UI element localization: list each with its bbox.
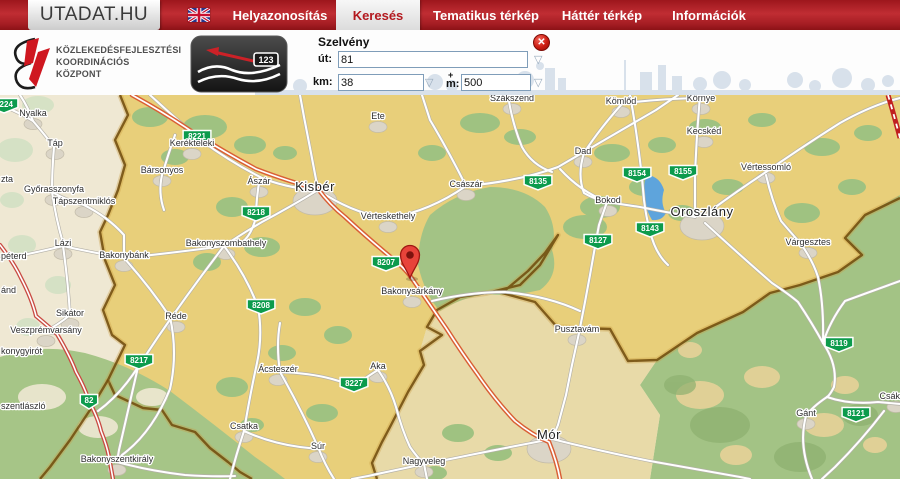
tab-label: Háttér térkép [562, 8, 642, 23]
kkk-logo-icon [5, 36, 51, 90]
town-label: Nyalka [19, 108, 47, 118]
town-label: Kömlőd [606, 96, 637, 106]
tab-hatter-terkep[interactable]: Háttér térkép [554, 0, 650, 30]
town-label: Bakonyszentkirály [81, 454, 154, 464]
town-label: Bakonyszombathely [186, 238, 267, 248]
town-label: Tápszentmiklós [53, 196, 116, 206]
org-name: KÖZLEKEDÉSFEJLESZTÉSI KOORDINÁCIÓS KÖZPO… [56, 45, 181, 80]
tab-tematikus-terkep[interactable]: Tematikus térkép [428, 0, 544, 30]
svg-text:8207: 8207 [377, 258, 395, 267]
m-label: m: [446, 78, 459, 90]
town-label: konygyirót [1, 346, 43, 356]
svg-text:8218: 8218 [247, 208, 265, 217]
m-dropdown-icon[interactable]: ▽ [534, 78, 542, 89]
tab-label: Információk [672, 8, 746, 23]
svg-text:8143: 8143 [641, 224, 659, 233]
town-label: Ászár [247, 176, 270, 186]
svg-text:8135: 8135 [529, 177, 547, 186]
town-label: Lázi [55, 238, 72, 248]
svg-text:82: 82 [85, 396, 94, 405]
town-label: Környe [687, 95, 716, 103]
town-label: Császár [449, 179, 482, 189]
szelveny-panel: Szelvény ✕ út: ▽ km: ▽ + m: ▽ [305, 33, 557, 93]
tab-label: Tematikus térkép [433, 8, 539, 23]
km-dropdown-icon[interactable]: ▽ [425, 78, 433, 89]
kkk-logo: KÖZLEKEDÉSFEJLESZTÉSI KOORDINÁCIÓS KÖZPO… [5, 36, 181, 90]
town-label: Vértessomló [741, 162, 791, 172]
town-label: zta [1, 174, 13, 184]
town-label: Oroszlány [670, 204, 733, 219]
town-label: Gánt [796, 408, 816, 418]
town-label: szentlászló [1, 401, 46, 411]
town-label: Kisbér [295, 179, 335, 194]
town-label: Várgesztes [785, 237, 831, 247]
svg-text:8227: 8227 [345, 379, 363, 388]
town-label: Ácsteszér [258, 364, 298, 374]
town-label: Súr [311, 441, 325, 451]
svg-text:123: 123 [258, 55, 273, 65]
town-label: ánd [1, 285, 16, 295]
town-label: Csákvár [879, 391, 900, 401]
header-band: KÖZLEKEDÉSFEJLESZTÉSI KOORDINÁCIÓS KÖZPO… [0, 30, 900, 95]
town-label: Pusztavám [555, 324, 600, 334]
map-canvas: 8224822182188207813581548155814381278208… [0, 95, 900, 479]
svg-text:8119: 8119 [830, 339, 848, 348]
svg-text:8154: 8154 [628, 169, 646, 178]
svg-text:8224: 8224 [0, 100, 13, 109]
town-label: Szákszend [490, 95, 534, 103]
town-label: Győrasszonyfa [24, 184, 84, 194]
town-label: Bakonybánk [99, 250, 149, 260]
tab-label: Keresés [353, 8, 404, 23]
tab-informaciok[interactable]: Információk [662, 0, 756, 30]
town-label: Táp [47, 138, 63, 148]
site-logo-tab[interactable]: UTADAT.HU [28, 0, 160, 30]
svg-text:8121: 8121 [847, 409, 865, 418]
panel-title: Szelvény [318, 35, 369, 49]
town-label: Csatka [230, 421, 258, 431]
road-section-icon: 123 [190, 35, 288, 93]
close-icon[interactable]: ✕ [533, 34, 550, 51]
ut-dropdown-icon[interactable]: ▽ [534, 55, 542, 66]
top-nav-bar: UTADAT.HU Helyazonosítás Keresés Tematik… [0, 0, 900, 30]
utadat-app: UTADAT.HU Helyazonosítás Keresés Tematik… [0, 0, 900, 479]
town-label: péterd [1, 251, 27, 261]
svg-text:8208: 8208 [252, 301, 270, 310]
ut-label: út: [318, 53, 332, 65]
site-title: UTADAT.HU [40, 4, 148, 26]
town-label: Bakonysárkány [381, 286, 443, 296]
town-label: Kerékteleki [170, 138, 215, 148]
town-label: Bokod [595, 195, 621, 205]
town-label: Dad [575, 146, 592, 156]
svg-text:8127: 8127 [589, 236, 607, 245]
town-label: Ete [371, 111, 385, 121]
town-label: Aka [370, 361, 386, 371]
town-label: Kecskéd [687, 126, 722, 136]
km-input[interactable] [338, 74, 424, 91]
tab-label: Helyazonosítás [233, 8, 328, 23]
town-label: Mór [537, 427, 561, 442]
town-label: Réde [165, 311, 187, 321]
tab-kereses[interactable]: Keresés [336, 0, 420, 30]
tab-helyazonositas[interactable]: Helyazonosítás [224, 0, 336, 30]
town-label: Bársonyos [141, 165, 184, 175]
ut-input[interactable] [338, 51, 528, 68]
town-label: Nagyveleg [403, 456, 446, 466]
svg-text:8155: 8155 [674, 167, 692, 176]
map[interactable]: 8224822182188207813581548155814381278208… [0, 95, 900, 479]
town-label: Veszprémvarsány [10, 325, 82, 335]
town-label: Sikátor [56, 308, 84, 318]
m-input[interactable] [461, 74, 531, 91]
km-label: km: [313, 76, 333, 88]
town-label: Vérteskethely [361, 211, 416, 221]
svg-text:8217: 8217 [130, 356, 148, 365]
uk-flag-icon[interactable] [188, 8, 210, 22]
